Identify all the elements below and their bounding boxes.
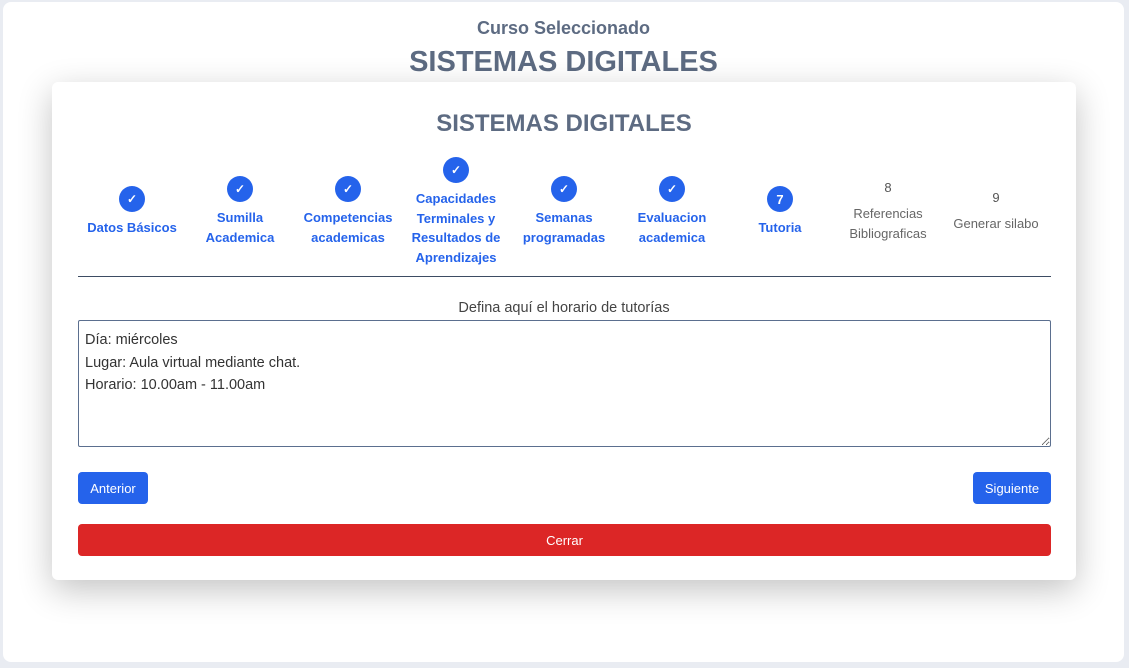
- step-datos-basicos[interactable]: ✓ Datos Básicos: [77, 186, 187, 238]
- step-evaluacion-academica[interactable]: ✓ Evaluacion academica: [617, 176, 727, 247]
- step-number: 8: [884, 180, 892, 195]
- page-subtitle: Curso Seleccionado: [476, 18, 651, 38]
- step-label: Sumilla Academica: [205, 210, 275, 245]
- stepper-divider: [78, 276, 1051, 277]
- check-icon: ✓: [227, 176, 253, 202]
- check-icon: ✓: [551, 176, 577, 202]
- step-generar-silabo[interactable]: 9 Generar silabo: [941, 188, 1051, 234]
- next-button[interactable]: Siguiente: [973, 472, 1051, 504]
- step-tutoria[interactable]: 7 Tutoria: [725, 186, 835, 238]
- step-number-badge: 7: [767, 186, 793, 212]
- step-capacidades-terminales[interactable]: ✓ Capacidades Terminales y Resultados de…: [401, 157, 511, 267]
- step-label: Datos Básicos: [87, 220, 177, 235]
- tutoring-field-label: Defina aquí el horario de tutorías: [458, 300, 670, 316]
- check-icon: ✓: [443, 157, 469, 183]
- step-number: 9: [992, 190, 1000, 205]
- step-label: Capacidades Terminales y Resultados de A…: [411, 191, 501, 265]
- syllabus-wizard-modal: SISTEMAS DIGITALES ✓ Datos Básicos ✓ Sum…: [52, 82, 1076, 580]
- check-icon: ✓: [335, 176, 361, 202]
- page-title: SISTEMAS DIGITALES: [409, 46, 718, 78]
- modal-title: SISTEMAS DIGITALES: [436, 110, 692, 137]
- step-semanas-programadas[interactable]: ✓ Semanas programadas: [509, 176, 619, 247]
- close-button[interactable]: Cerrar: [78, 524, 1051, 556]
- step-label: Evaluacion academica: [637, 210, 707, 245]
- step-competencias-academicas[interactable]: ✓ Competencias academicas: [293, 176, 403, 247]
- step-label: Semanas programadas: [522, 210, 606, 245]
- step-label: Referencias Bibliograficas: [849, 206, 927, 241]
- step-label: Tutoria: [758, 220, 802, 235]
- step-sumilla-academica[interactable]: ✓ Sumilla Academica: [185, 176, 295, 247]
- tutoring-schedule-textarea[interactable]: Día: miércoles Lugar: Aula virtual media…: [78, 320, 1051, 447]
- previous-button[interactable]: Anterior: [78, 472, 148, 504]
- check-icon: ✓: [119, 186, 145, 212]
- step-label: Generar silabo: [953, 216, 1039, 231]
- check-icon: ✓: [659, 176, 685, 202]
- step-label: Competencias academicas: [303, 210, 393, 245]
- step-referencias-bibliograficas[interactable]: 8 Referencias Bibliograficas: [833, 178, 943, 243]
